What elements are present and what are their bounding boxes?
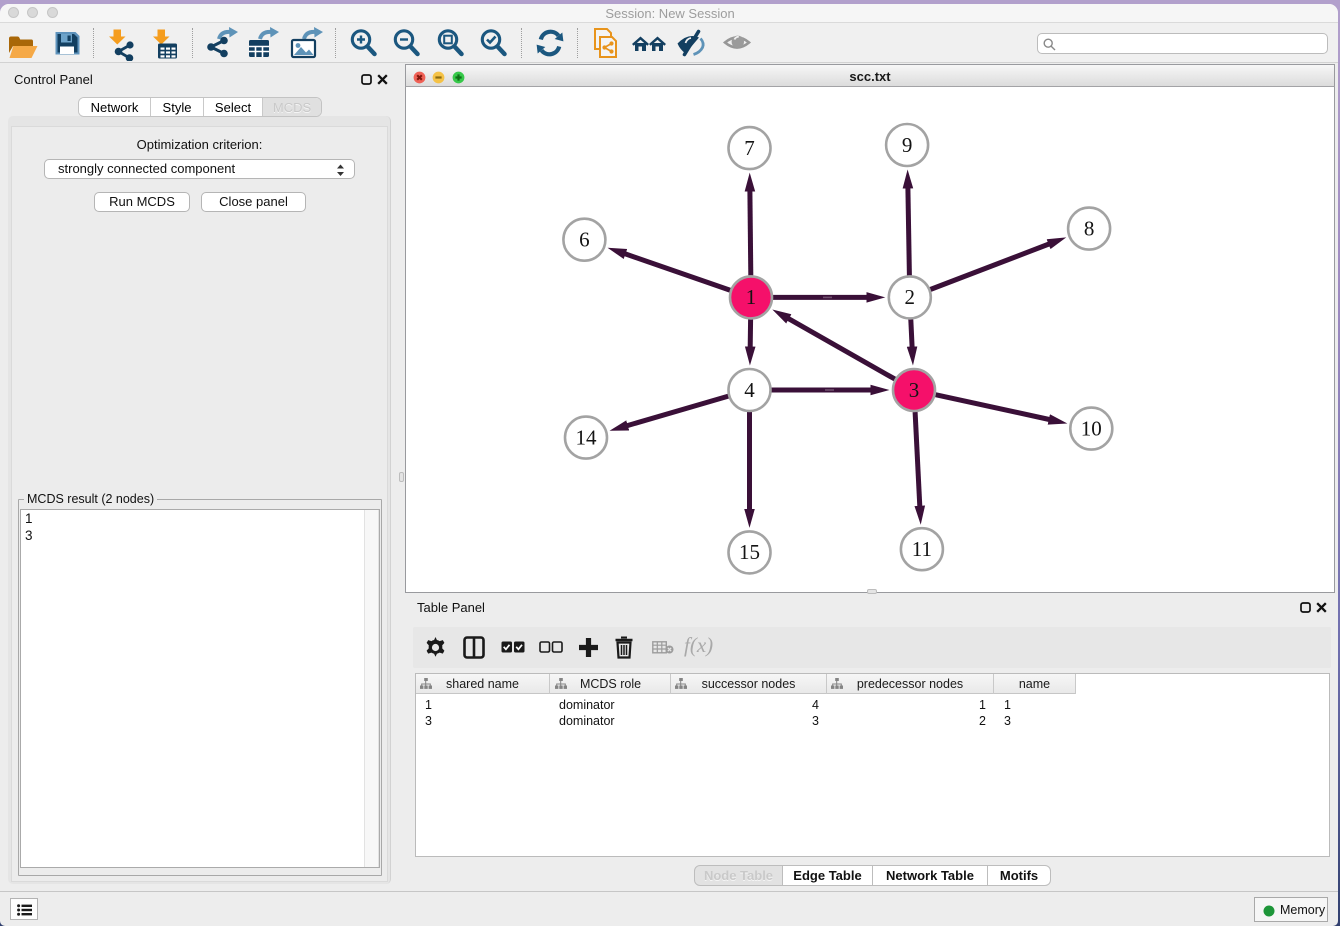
svg-text:7: 7 xyxy=(744,136,755,160)
svg-text:3: 3 xyxy=(909,378,920,402)
svg-text:15: 15 xyxy=(739,540,760,564)
svg-text:14: 14 xyxy=(576,425,598,449)
svg-text:2: 2 xyxy=(905,285,916,309)
svg-text:11: 11 xyxy=(912,537,932,561)
svg-text:4: 4 xyxy=(744,378,755,402)
svg-text:6: 6 xyxy=(579,228,590,252)
svg-text:9: 9 xyxy=(902,133,913,157)
svg-text:8: 8 xyxy=(1084,216,1095,240)
svg-text:1: 1 xyxy=(746,285,757,309)
svg-text:10: 10 xyxy=(1081,416,1102,440)
